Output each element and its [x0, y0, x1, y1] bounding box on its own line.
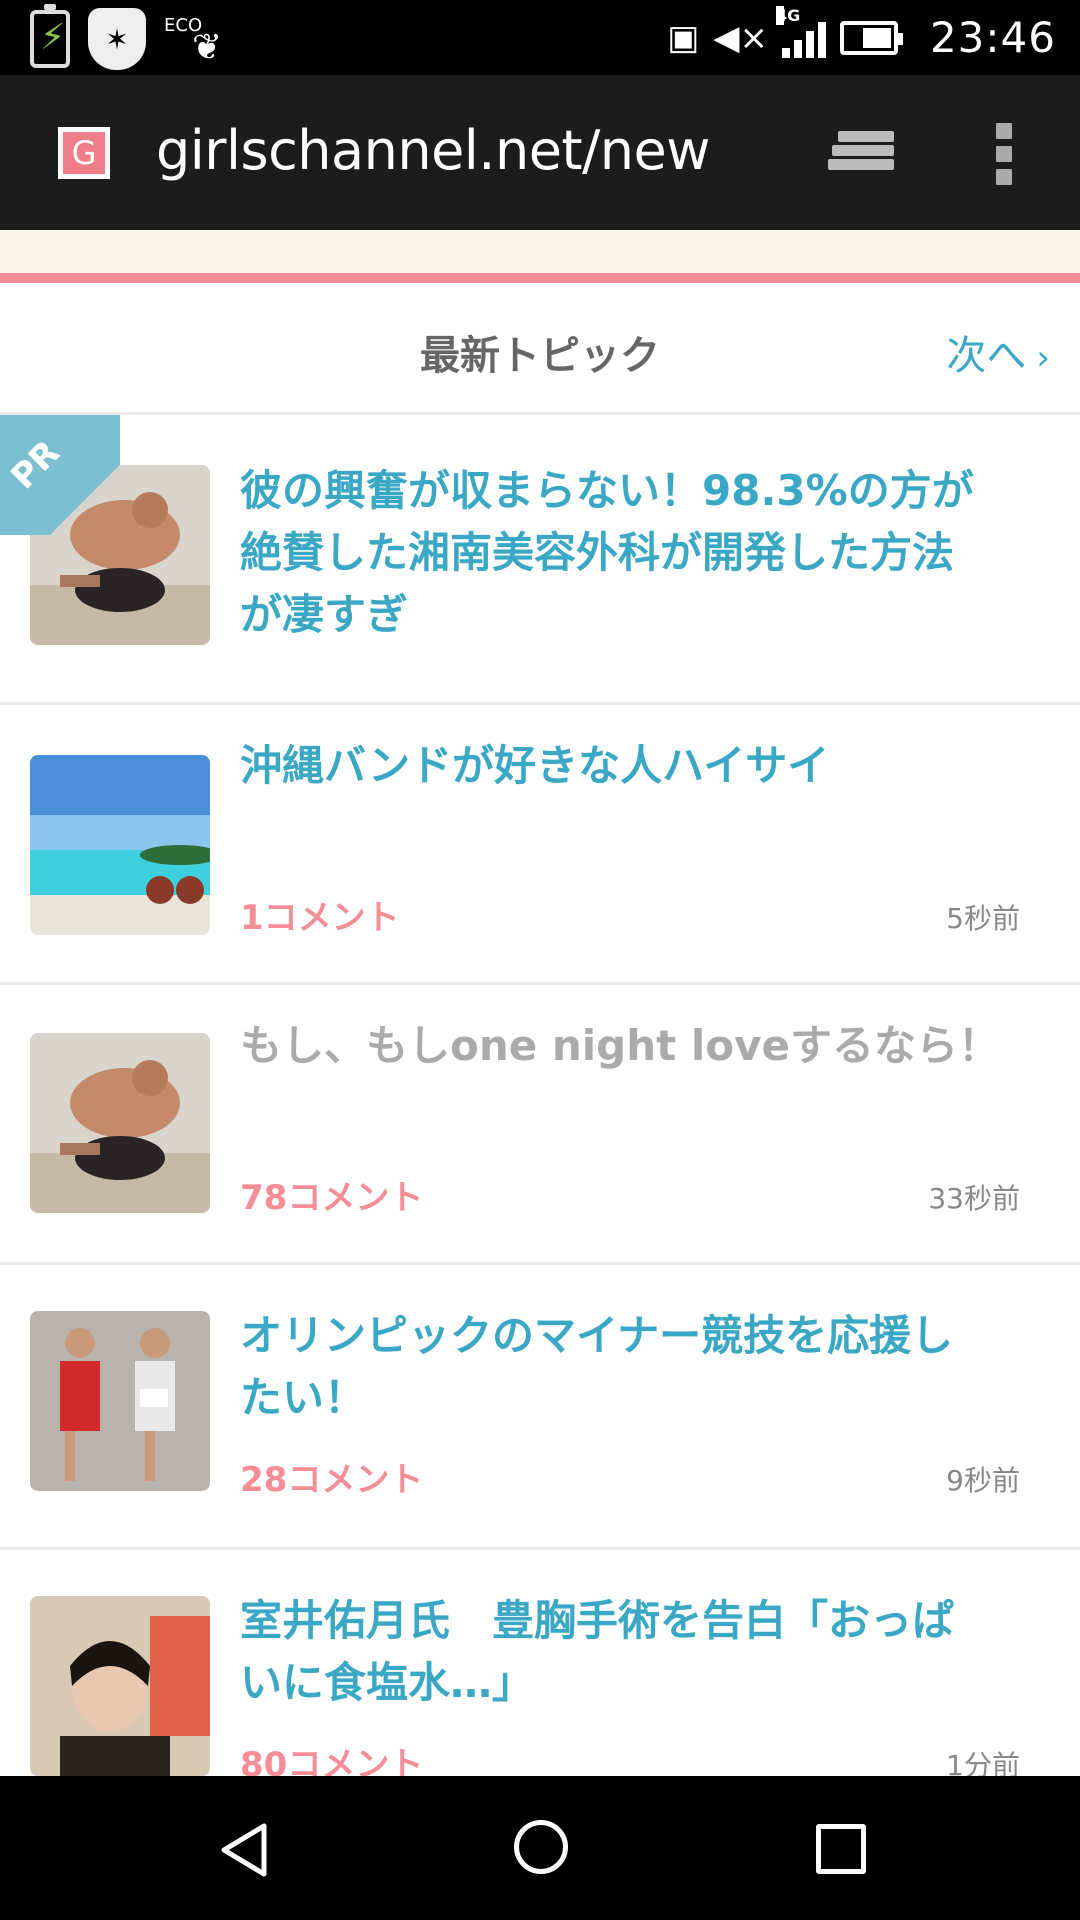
topic-list-item[interactable]: 室井佑月氏 豊胸手術を告白「おっぱ いに食塩水…」 80コメント 1分前 — [0, 1550, 1080, 1785]
recent-apps-icon[interactable] — [816, 1824, 866, 1874]
topic-list-item[interactable]: 沖縄バンドが好きな人ハイサイ 1コメント 5秒前 — [0, 705, 1080, 985]
site-favicon-icon: G — [58, 127, 110, 179]
eco-mode-icon: ECO ❦ — [164, 9, 234, 69]
mute-icon: ◀× — [713, 17, 768, 58]
charging-battery-icon: ⚡ — [30, 4, 70, 68]
favicon-letter: G — [63, 132, 105, 174]
section-header: 最新トピック 次へ › — [0, 283, 1080, 415]
topic-thumbnail — [30, 1596, 210, 1776]
topic-thumbnail — [30, 1033, 210, 1213]
tabs-icon[interactable] — [828, 125, 900, 179]
site-header-strip — [0, 230, 1080, 273]
topic-title[interactable]: オリンピックのマイナー競技を応援し たい！ — [240, 1305, 1030, 1429]
battery-icon — [839, 20, 903, 55]
next-page-link[interactable]: 次へ › — [946, 323, 1050, 381]
accent-divider — [0, 273, 1080, 283]
topic-thumbnail — [30, 755, 210, 935]
topic-list-item[interactable]: もし、もしone night loveするなら！ 78コメント 33秒前 — [0, 985, 1080, 1265]
leaf-icon: ❦ — [192, 27, 223, 68]
next-label: 次へ — [946, 333, 1027, 379]
post-time: 5秒前 — [946, 902, 1020, 935]
back-icon[interactable] — [216, 1820, 272, 1880]
topic-list-item[interactable]: オリンピックのマイナー競技を応援し たい！ 28コメント 9秒前 — [0, 1265, 1080, 1550]
comment-count[interactable]: 28コメント — [240, 1452, 423, 1501]
pr-badge: PR — [0, 415, 120, 535]
page-title: 最新トピック — [420, 333, 660, 379]
topic-thumbnail — [30, 1311, 210, 1491]
overflow-menu-icon[interactable] — [996, 123, 1018, 185]
url-bar[interactable]: girlschannel.net/new — [156, 119, 710, 182]
clock: 23:46 — [929, 13, 1056, 62]
topic-title[interactable]: もし、もしone night loveするなら！ — [240, 1015, 1030, 1077]
network-type: 4G — [775, 5, 801, 25]
chevron-right-icon: › — [1036, 338, 1050, 378]
home-icon[interactable] — [514, 1820, 568, 1874]
signal-icon: 4G — [775, 5, 826, 58]
browser-toolbar: G girlschannel.net/new — [0, 75, 1080, 230]
post-time: 33秒前 — [928, 1182, 1020, 1215]
topic-title[interactable]: 沖縄バンドが好きな人ハイサイ — [240, 735, 1030, 797]
security-app-icon: ✶ — [88, 8, 146, 70]
topic-list-item-pr[interactable]: PR 彼の興奮が収まらない！98.3%の方が 絶賛した湘南美容外科が開発した方法… — [0, 415, 1080, 705]
status-bar: ⚡ ✶ ECO ❦ ▣ ◀× 4G 23:46 — [0, 0, 1080, 75]
topic-title[interactable]: 彼の興奮が収まらない！98.3%の方が 絶賛した湘南美容外科が開発した方法 が凄… — [240, 460, 1030, 646]
system-nav-bar — [0, 1776, 1080, 1920]
comment-count[interactable]: 78コメント — [240, 1170, 423, 1219]
topic-title[interactable]: 室井佑月氏 豊胸手術を告白「おっぱ いに食塩水…」 — [240, 1590, 1030, 1714]
post-time: 9秒前 — [946, 1464, 1020, 1497]
voicemail-icon: ▣ — [667, 17, 700, 58]
pr-label: PR — [3, 432, 68, 498]
comment-count[interactable]: 1コメント — [240, 890, 400, 939]
